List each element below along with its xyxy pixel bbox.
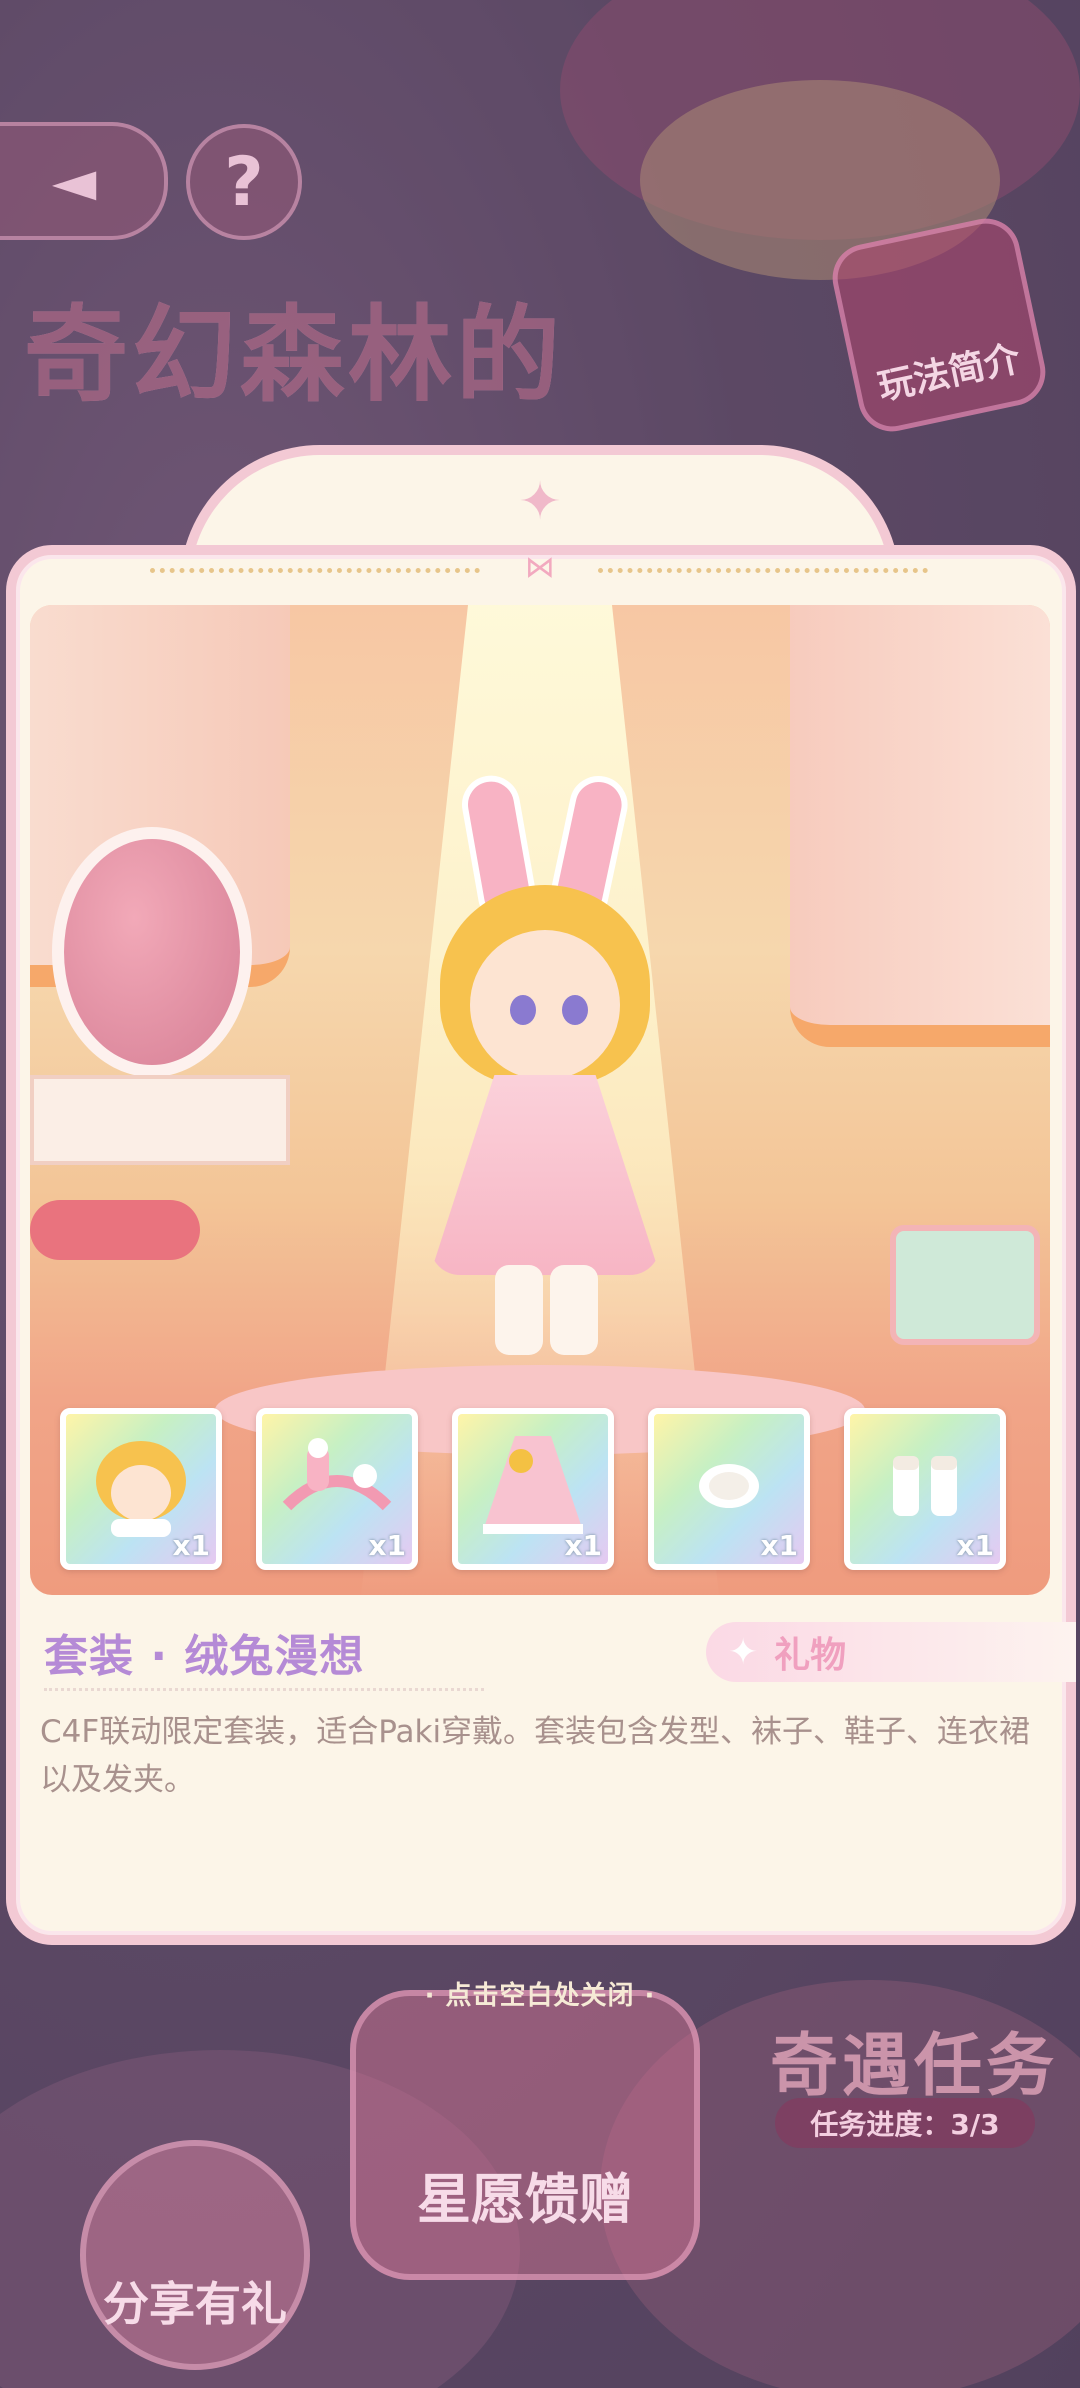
divider-right [598, 568, 928, 579]
help-button[interactable]: ? [186, 124, 302, 240]
back-button[interactable]: ◄ [0, 122, 168, 240]
item-socks[interactable]: x1 [844, 1408, 1006, 1570]
item-hairclip[interactable]: x1 [648, 1408, 810, 1570]
mission-title[interactable]: 奇遇任务 [770, 2010, 1058, 2109]
share-label: 分享有礼 [103, 2277, 287, 2331]
event-title: 奇幻森林的 [24, 294, 565, 416]
hair-icon [96, 1441, 186, 1537]
item-count: x1 [368, 1529, 406, 1562]
socks-icon [893, 1456, 957, 1516]
hairclip-icon [699, 1464, 759, 1508]
question-icon: ? [224, 142, 264, 222]
gameplay-intro-button[interactable]: 玩法简介 [826, 212, 1052, 438]
outfit-items-list: x1 x1 x1 x1 x1 [60, 1408, 1020, 1573]
item-hair[interactable]: x1 [60, 1408, 222, 1570]
wish-gift-button[interactable]: 星愿馈赠 [350, 1990, 700, 2280]
title-underline [44, 1688, 484, 1691]
stool-decor [30, 1200, 200, 1260]
wish-label: 星愿馈赠 [417, 2168, 633, 2231]
gift-tag-label: 礼物 [774, 1635, 847, 1676]
character-model [400, 745, 690, 1355]
item-dress[interactable]: x1 [452, 1408, 614, 1570]
item-count: x1 [956, 1529, 994, 1562]
intro-label: 玩法简介 [874, 338, 1024, 409]
item-count: x1 [172, 1529, 210, 1562]
share-button[interactable]: 分享有礼 [80, 2140, 310, 2370]
divider-left [150, 568, 480, 579]
mission-progress: 任务进度：3/3 [775, 2098, 1035, 2148]
headband-icon [282, 1438, 392, 1511]
curtain-right [790, 605, 1050, 1047]
item-count: x1 [760, 1529, 798, 1562]
item-count: x1 [564, 1529, 602, 1562]
back-arrow-icon: ◄ [51, 147, 97, 215]
mirror-decor [52, 827, 252, 1077]
close-hint: · 点击空白处关闭 · [424, 1981, 656, 2011]
outfit-title: 套装 · 绒兔漫想 [44, 1631, 365, 1682]
gift-box-decor [890, 1225, 1040, 1345]
bow-icon: ⋈ [525, 550, 555, 585]
dress-icon [483, 1436, 583, 1534]
item-headband[interactable]: x1 [256, 1408, 418, 1570]
outfit-description: C4F联动限定套装，适合Paki穿戴。套装包含发型、袜子、鞋子、连衣裙以及发夹。 [40, 1714, 1031, 1798]
vanity-table [30, 1075, 290, 1165]
crown-ornament-icon: ✦ [518, 472, 562, 532]
sparkle-icon: ✦ [728, 1631, 759, 1673]
gift-tag: ✦ 礼物 [706, 1622, 1076, 1682]
